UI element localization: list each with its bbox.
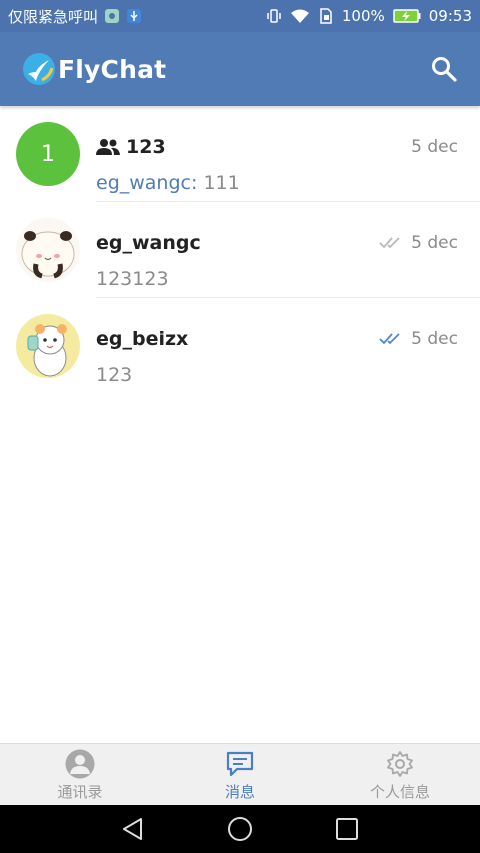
tab-messages[interactable]: 消息: [160, 744, 320, 806]
chat-meta: 5 dec: [379, 329, 458, 349]
chat-name: eg_wangc: [96, 232, 201, 254]
chat-name: 123: [96, 136, 166, 158]
sim-icon: [320, 8, 332, 24]
flychat-logo-icon: [23, 53, 55, 85]
avatar: [16, 218, 80, 282]
double-check-icon: [379, 333, 400, 345]
bottom-navigation: 通讯录 消息 个人信息: [0, 743, 480, 806]
chat-name: eg_beizx: [96, 328, 188, 350]
tab-label: 个人信息: [369, 782, 430, 801]
double-check-icon: [379, 237, 400, 249]
tab-label: 消息: [224, 782, 255, 801]
chat-date: 5 dec: [411, 329, 458, 349]
home-circle-icon: [227, 817, 252, 841]
system-navigation-bar: [0, 805, 480, 853]
vibrate-icon: [267, 9, 281, 23]
status-bar: 仅限紧急呼叫 100% 09:53: [0, 0, 480, 32]
messages-icon: [226, 751, 254, 776]
app-bar: FlyChat: [0, 32, 480, 106]
message-preview: 123123: [96, 268, 169, 290]
avatar-initial: 1: [41, 141, 55, 167]
chat-meta: 5 dec: [411, 137, 458, 157]
usb-icon: [127, 9, 142, 23]
app-title: FlyChat: [58, 54, 167, 84]
chat-date: 5 dec: [411, 233, 458, 253]
hamster-avatar-image: [16, 314, 80, 378]
chat-name-text: eg_wangc: [96, 232, 201, 254]
chat-row[interactable]: 1 123 eg_wangc: 111 5 dec: [0, 106, 480, 202]
group-icon: [96, 139, 120, 155]
tab-profile[interactable]: 个人信息: [320, 744, 480, 806]
chat-row[interactable]: eg_wangc 123123 5 dec: [0, 202, 480, 298]
chat-meta: 5 dec: [379, 233, 458, 253]
chat-name-text: eg_beizx: [96, 328, 189, 350]
tab-label: 通讯录: [57, 782, 103, 801]
gear-icon: [387, 750, 413, 777]
panda-girl-avatar-image: [16, 218, 80, 282]
battery-percent: 100%: [341, 7, 385, 25]
message-text: 123123: [96, 268, 169, 290]
clock: 09:53: [428, 7, 472, 25]
app-notification-icon: [105, 9, 120, 23]
search-button[interactable]: [430, 55, 458, 83]
back-button[interactable]: [117, 813, 149, 845]
chat-list: 1 123 eg_wangc: 111 5 dec eg_wangc 12312…: [0, 106, 480, 394]
sender-name: eg_wangc:: [96, 172, 204, 194]
recents-square-icon: [335, 818, 358, 840]
message-text: 123: [96, 364, 133, 386]
search-icon: [432, 57, 457, 82]
contacts-icon: [65, 749, 95, 778]
message-text: 111: [203, 172, 240, 194]
home-button[interactable]: [224, 813, 256, 845]
avatar: 1: [16, 122, 80, 186]
message-preview: eg_wangc: 111: [96, 172, 240, 194]
chat-row[interactable]: eg_beizx 123 5 dec: [0, 298, 480, 394]
avatar: [16, 314, 80, 378]
wifi-icon: [290, 9, 309, 23]
chat-date: 5 dec: [411, 137, 458, 157]
battery-charging-icon: [393, 9, 421, 23]
back-triangle-icon: [123, 818, 143, 840]
tab-contacts[interactable]: 通讯录: [0, 744, 160, 806]
chat-name-text: 123: [126, 136, 166, 158]
carrier-text: 仅限紧急呼叫: [8, 7, 99, 26]
message-preview: 123: [96, 364, 132, 386]
recents-button[interactable]: [331, 813, 363, 845]
